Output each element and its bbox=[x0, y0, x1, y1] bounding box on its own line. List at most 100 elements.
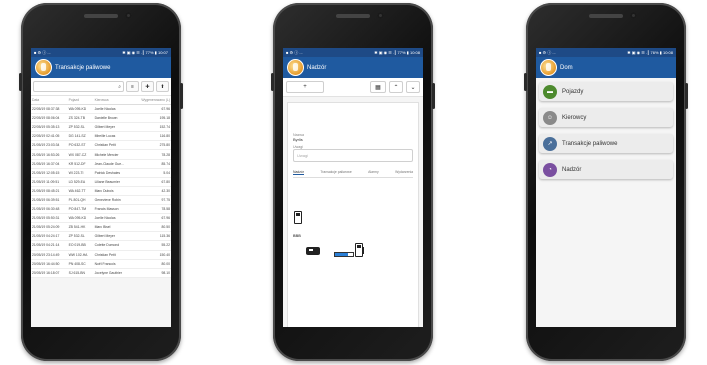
screen: ■ ⚙ ⓘ ... ✱ ▣ ◉ ☰ .┃ 76% ▮ 10:08 Dom ▬ P… bbox=[536, 48, 676, 327]
app-logo-icon[interactable] bbox=[540, 59, 557, 76]
notes-input[interactable]: Uwagi bbox=[293, 149, 413, 162]
search-icon[interactable]: ⌕ bbox=[118, 84, 121, 90]
cell-driver: Michele Mercier bbox=[93, 149, 133, 160]
menu-item-drivers[interactable]: ☺ Kierowcy bbox=[539, 108, 673, 127]
cell-vehicle: WA 095-KD bbox=[67, 213, 94, 224]
cell-volume: 78.28 bbox=[132, 149, 171, 160]
table-row[interactable]: 22/05/19 08:06:04 ZS 324-TB Danielle Brown… bbox=[31, 113, 171, 124]
cell-date: 20/05/19 16:44:50 bbox=[31, 259, 68, 269]
volume-button bbox=[524, 73, 527, 91]
table-row[interactable]: 21/05/19 06:39:51 PL 801-QH Genevieve Robi… bbox=[31, 195, 171, 206]
export-icon: ⬆ bbox=[160, 83, 165, 90]
menu-item-label: Kierowcy bbox=[562, 114, 587, 121]
fuel-level-gauge bbox=[334, 252, 354, 257]
cell-volume: 5.04 bbox=[132, 168, 171, 178]
status-left: ■ ⚙ ⓘ ... bbox=[286, 49, 303, 55]
status-bar: ■ ⚙ ⓘ ... ✱ ▣ ◉ ☰ .┃ 76% ▮ 10:08 bbox=[536, 48, 676, 57]
speaker-grille bbox=[336, 14, 370, 18]
add-label: + bbox=[303, 84, 307, 90]
cell-date: 21/05/19 16:53:26 bbox=[31, 149, 68, 160]
chevron-down-icon: ⌄ bbox=[410, 84, 416, 91]
name-value[interactable]: Byrlis bbox=[293, 137, 413, 142]
cell-date: 21/05/19 23:03:34 bbox=[31, 140, 68, 151]
table-row[interactable]: 20/05/19 23:14:49 WW 102-HA Christian Peti… bbox=[31, 250, 171, 260]
form-area: Nazwa Byrlis Uwagi Uwagi Nadzór Transakc… bbox=[293, 133, 413, 178]
cell-date: 21/05/19 08:45:21 bbox=[31, 186, 68, 196]
app-logo-icon[interactable] bbox=[35, 59, 52, 76]
table-row[interactable]: 21/05/19 08:45:21 WA 462-TT Marc Dubois 42.… bbox=[31, 186, 171, 196]
tab-events[interactable]: Wydarzenia bbox=[395, 170, 413, 175]
cell-driver: Francis Masson bbox=[93, 204, 133, 215]
cell-date: 22/05/19 02:41:05 bbox=[31, 131, 68, 142]
cell-driver: Christian Petit bbox=[93, 250, 133, 260]
cell-driver: Marc Dubois bbox=[93, 186, 133, 196]
cell-driver: Gilbert Meyer bbox=[93, 122, 133, 133]
chevron-up-icon: ⌃ bbox=[393, 84, 399, 91]
table-row[interactable]: 21/05/19 16:53:26 WX 087-CZ Michele Mercie… bbox=[31, 149, 171, 160]
column-header-volume[interactable]: Wygenerowano (L) bbox=[132, 96, 171, 105]
table-row[interactable]: 22/05/19 08:37:38 WA 095-KD Joelle Nicolas… bbox=[31, 104, 171, 115]
table-row[interactable]: 21/05/19 04:24:17 ZP 532-SL Gilbert Meyer 1… bbox=[31, 231, 171, 242]
tab-monitoring[interactable]: Nadzór bbox=[293, 170, 304, 175]
cell-date: 21/05/19 04:24:17 bbox=[31, 231, 68, 242]
export-button[interactable]: ⬆ bbox=[156, 81, 169, 92]
table-row[interactable]: 20/05/19 16:18:07 SJ 615-BN Jocelyne Gauth… bbox=[31, 268, 171, 278]
add-button[interactable]: + bbox=[286, 81, 324, 93]
grid-button[interactable]: ▦ bbox=[370, 81, 386, 93]
fuel-pump-icon bbox=[355, 243, 364, 257]
menu-item-vehicles[interactable]: ▬ Pojazdy bbox=[539, 82, 673, 101]
truck-icon bbox=[306, 247, 320, 255]
expand-button[interactable]: ⌄ bbox=[406, 81, 420, 93]
table-row[interactable]: 21/05/19 05:50:31 WA 095-KD Joelle Nicolas… bbox=[31, 213, 171, 224]
cell-vehicle: PN 408-SC bbox=[67, 259, 94, 269]
table-row[interactable]: 21/05/19 06:30:48 PO 847-TM Francis Masson… bbox=[31, 204, 171, 215]
cell-date: 21/05/19 06:39:51 bbox=[31, 195, 68, 206]
cell-date: 21/05/19 05:50:31 bbox=[31, 213, 68, 224]
cell-volume: 97.75 bbox=[132, 195, 171, 206]
app-logo-icon[interactable] bbox=[287, 59, 304, 76]
phone-monitoring: ■ ⚙ ⓘ ... ✱ ▣ ◉ ☰ .┃ 77% ▮ 10:08 Nadzór … bbox=[271, 3, 435, 361]
column-header-date[interactable]: Data bbox=[31, 96, 68, 105]
status-left: ■ ⚙ ⓘ ... bbox=[539, 49, 556, 55]
column-header-vehicle[interactable]: Pojazd bbox=[67, 96, 94, 105]
table-row[interactable]: 22/05/19 02:41:05 DG 141-SZ Mireille Lucas… bbox=[31, 131, 171, 142]
power-button bbox=[685, 83, 688, 109]
table-row[interactable]: 22/05/19 05:35:13 ZP 532-SL Gilbert Meyer 1… bbox=[31, 122, 171, 133]
cell-date: 22/05/19 05:35:13 bbox=[31, 122, 68, 133]
column-header-driver[interactable]: Kierowca bbox=[93, 96, 133, 105]
menu-item-fuel-transactions[interactable]: ↗ Transakcje paliwowe bbox=[539, 134, 673, 153]
screen: ■ ⚙ ⓘ ... ✱ ▣ ◉ ☰ .┃ 77% ▮ 10:08 Nadzór … bbox=[283, 48, 423, 327]
table-row[interactable]: 21/05/19 11:09:51 LD 529-EA Liliane Beaumi… bbox=[31, 177, 171, 187]
table-row[interactable]: 21/05/19 12:05:15 WI 223-TI Patrick Deshai… bbox=[31, 168, 171, 178]
filter-button[interactable]: ≡ bbox=[126, 81, 139, 92]
cell-volume: 98.10 bbox=[132, 268, 171, 278]
cell-vehicle: ZP 532-SL bbox=[67, 231, 94, 242]
tab-alarms[interactable]: Alarmy bbox=[368, 170, 379, 175]
cell-driver: Christian Petit bbox=[93, 140, 133, 151]
table-row[interactable]: 21/05/19 05:24:09 ZB 541-HK Marc Bisel 80.5… bbox=[31, 222, 171, 233]
add-button[interactable]: ✚ bbox=[141, 81, 154, 92]
chart-icon: ↗ bbox=[543, 136, 557, 151]
table-row[interactable]: 21/05/19 04:21:14 EO 019-BB Colette Dumond… bbox=[31, 240, 171, 251]
table-row[interactable]: 20/05/19 16:44:50 PN 408-SC Noël Francois 8… bbox=[31, 259, 171, 269]
app-bar: Nadzór bbox=[283, 57, 423, 78]
cell-vehicle: WA 095-KD bbox=[67, 104, 94, 115]
tab-fuel-transactions[interactable]: Transakcje paliwowe bbox=[320, 170, 351, 175]
table-body: 22/05/19 08:37:38 WA 095-KD Joelle Nicolas… bbox=[31, 104, 171, 278]
table-row[interactable]: 21/05/19 16:37:04 KR 512-DF Jean-Claude Gu… bbox=[31, 159, 171, 169]
search-input[interactable]: ⌕ bbox=[33, 81, 124, 92]
cell-vehicle: SJ 615-BN bbox=[67, 268, 94, 278]
status-bar: ■ ⚙ ⓘ ... ✱ ▣ ◉ ☰ .┃ 77% ▮ 10:08 bbox=[283, 48, 423, 57]
menu-item-monitoring[interactable]: ◔ Nadzór bbox=[539, 160, 673, 179]
cell-volume: 42.30 bbox=[132, 186, 171, 196]
table-row[interactable]: 21/05/19 23:03:34 PO 632-ST Christian Peti… bbox=[31, 140, 171, 151]
collapse-button[interactable]: ⌃ bbox=[389, 81, 403, 93]
phone-fuel-transactions: ■ ⚙ ⓘ ... ✱ ▣ ◉ ☰ .┃ 77% ▮ 10:07 Transak… bbox=[19, 3, 183, 361]
cell-volume: 78.58 bbox=[132, 204, 171, 215]
cell-driver: Noël Francois bbox=[93, 259, 133, 269]
cell-volume: 55.22 bbox=[132, 240, 171, 251]
cell-volume: 116.80 bbox=[132, 131, 171, 142]
detail-tabs: Nadzór Transakcje paliwowe Alarmy Wydarz… bbox=[293, 170, 413, 178]
filter-icon: ≡ bbox=[131, 83, 134, 90]
section-label: BBB bbox=[293, 234, 301, 238]
